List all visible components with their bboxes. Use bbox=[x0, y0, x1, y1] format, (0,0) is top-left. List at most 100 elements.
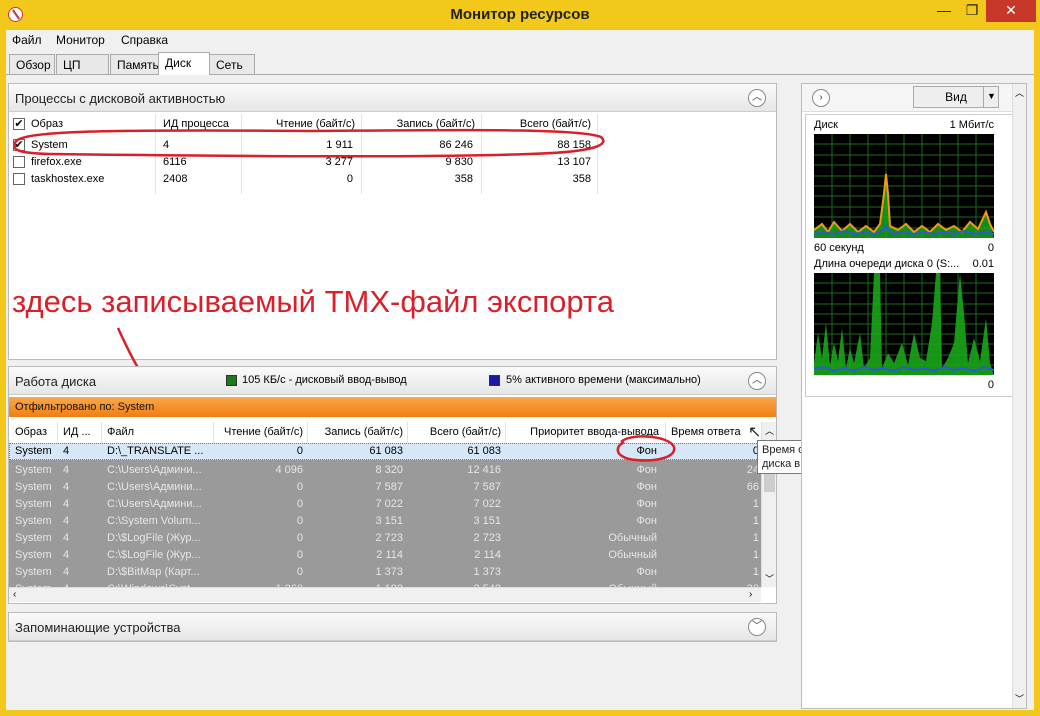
disk-total: 7 587 bbox=[473, 481, 501, 493]
scroll-left-icon[interactable]: ‹ bbox=[13, 589, 16, 600]
disk-pid: 4 bbox=[63, 515, 70, 527]
menu-monitor[interactable]: Монитор bbox=[56, 33, 105, 47]
scroll-down-icon[interactable]: ﹀ bbox=[765, 572, 774, 585]
queue-graph bbox=[814, 273, 994, 375]
col-write[interactable]: Запись (байт/с) bbox=[309, 426, 403, 438]
collapse-icon[interactable]: ︿ bbox=[748, 372, 766, 390]
view-dropdown-icon[interactable]: ▼ bbox=[983, 86, 999, 108]
minimize-button[interactable]: — bbox=[930, 0, 958, 22]
disk-image: System bbox=[15, 464, 52, 476]
active-time-legend-label: 5% активного времени (максимально) bbox=[506, 374, 701, 386]
disk-file: C:\System Volum... bbox=[107, 515, 201, 527]
storage-header[interactable]: Запоминающие устройства ﹀ bbox=[9, 613, 776, 641]
processes-header[interactable]: Процессы с дисковой активностью ︿ bbox=[9, 84, 776, 112]
disk-read: 0 bbox=[296, 549, 303, 561]
disk-total: 3 151 bbox=[473, 515, 501, 527]
disk-response: 24 bbox=[746, 464, 759, 476]
tab-network[interactable]: Сеть bbox=[209, 54, 255, 74]
process-checkbox[interactable]: ✔ bbox=[13, 139, 25, 151]
disk-row[interactable]: System 4 D:\$BitMap (Карт... 0 1 373 1 3… bbox=[9, 564, 761, 581]
col-file[interactable]: Файл bbox=[107, 426, 134, 438]
disk-response: 1 bbox=[752, 549, 759, 561]
process-checkbox[interactable] bbox=[13, 173, 25, 185]
disk-priority: Фон bbox=[636, 566, 657, 578]
tab-disk[interactable]: Диск bbox=[158, 52, 210, 75]
scroll-up-icon[interactable]: ︿ bbox=[765, 424, 774, 437]
process-row[interactable]: taskhostex.exe 2408 0 358 358 bbox=[9, 171, 769, 188]
disk-total: 2 723 bbox=[473, 532, 501, 544]
disk-row[interactable]: System 4 C:\Users\Админи... 0 7 587 7 58… bbox=[9, 479, 761, 496]
expand-right-icon[interactable]: › bbox=[812, 89, 830, 107]
col-priority[interactable]: Приоритет ввода-вывода bbox=[507, 426, 659, 438]
disk-row[interactable]: System 4 C:\Users\Админи... 0 7 022 7 02… bbox=[9, 496, 761, 513]
col-total[interactable]: Всего (байт/с) bbox=[485, 118, 591, 130]
disk-total: 12 416 bbox=[467, 464, 501, 476]
disk-total: 61 083 bbox=[467, 445, 501, 457]
disk-row[interactable]: System 4 C:\Users\Админи... 4 096 8 320 … bbox=[9, 462, 761, 479]
expand-icon[interactable]: ﹀ bbox=[748, 618, 766, 636]
menu-file[interactable]: Файл bbox=[12, 33, 42, 47]
menu-help[interactable]: Справка bbox=[121, 33, 168, 47]
graph-list: Диск 1 Мбит/с 60 секунд 0 Длина очереди … bbox=[805, 114, 1013, 397]
disk-pid: 4 bbox=[63, 566, 70, 578]
maximize-button[interactable]: ❐ bbox=[958, 0, 986, 22]
close-button[interactable]: ✕ bbox=[986, 0, 1036, 22]
tab-memory[interactable]: Память bbox=[110, 54, 163, 74]
queue-graph-title: Длина очереди диска 0 (S:... bbox=[814, 258, 960, 270]
disk-pid: 4 bbox=[63, 464, 70, 476]
disk-write: 2 114 bbox=[376, 549, 403, 561]
scroll-down-icon[interactable]: ﹀ bbox=[1015, 692, 1024, 705]
tab-overview[interactable]: Обзор bbox=[9, 54, 55, 74]
process-read: 0 bbox=[346, 173, 353, 185]
col-image[interactable]: Образ bbox=[15, 426, 47, 438]
disk-row-selected[interactable]: System 4 D:\_TRANSLATE ... 0 61 083 61 0… bbox=[9, 443, 761, 460]
process-write: 86 246 bbox=[439, 139, 473, 151]
tab-cpu[interactable]: ЦП bbox=[56, 54, 109, 74]
disk-image: System bbox=[15, 566, 52, 578]
select-all-checkbox[interactable]: ✔ bbox=[13, 118, 25, 130]
io-legend-icon bbox=[226, 375, 237, 386]
view-label: Вид bbox=[945, 90, 967, 104]
disk-row[interactable]: System 4 C:\$LogFile (Жур... 0 2 114 2 1… bbox=[9, 547, 761, 564]
disk-read: 0 bbox=[296, 515, 303, 527]
disk-image: System bbox=[15, 515, 52, 527]
col-response[interactable]: Время ответа bbox=[671, 426, 741, 438]
scroll-right-icon[interactable]: › bbox=[749, 589, 752, 600]
disk-row[interactable]: System 4 D:\$LogFile (Жур... 0 2 723 2 7… bbox=[9, 530, 761, 547]
side-scrollbar[interactable]: ︿ ﹀ bbox=[1012, 84, 1026, 708]
disk-activity-header[interactable]: Работа диска 105 КБ/с - дисковый ввод-вы… bbox=[9, 367, 776, 395]
col-total[interactable]: Всего (байт/с) bbox=[409, 426, 501, 438]
disk-read: 0 bbox=[296, 498, 303, 510]
col-pid[interactable]: ИД процесса bbox=[163, 118, 229, 130]
filter-bar[interactable]: Отфильтровано по: System bbox=[9, 397, 776, 417]
col-pid[interactable]: ИД ... bbox=[63, 426, 91, 438]
disk-response: 1 bbox=[752, 566, 759, 578]
disk-read: 0 bbox=[296, 445, 303, 457]
horizontal-scrollbar[interactable]: ‹ › bbox=[9, 587, 761, 602]
disk-image: System bbox=[15, 445, 52, 457]
disk-response: 0 bbox=[752, 445, 759, 457]
disk-file: C:\Users\Админи... bbox=[107, 464, 202, 476]
disk-pid: 4 bbox=[63, 445, 70, 457]
title-bar: Монитор ресурсов — ❐ ✕ bbox=[0, 0, 1040, 30]
disk-priority: Фон bbox=[636, 498, 657, 510]
disk-image: System bbox=[15, 481, 52, 493]
col-read[interactable]: Чтение (байт/с) bbox=[215, 426, 303, 438]
process-pid: 2408 bbox=[163, 173, 188, 185]
disk-priority: Фон bbox=[636, 515, 657, 527]
col-image[interactable]: Образ bbox=[31, 118, 63, 130]
disk-row[interactable]: System 4 C:\System Volum... 0 3 151 3 15… bbox=[9, 513, 761, 530]
scroll-up-icon[interactable]: ︿ bbox=[1015, 86, 1024, 99]
disk-image: System bbox=[15, 532, 52, 544]
process-row[interactable]: firefox.exe 6116 3 277 9 830 13 107 bbox=[9, 154, 769, 171]
storage-title: Запоминающие устройства bbox=[15, 620, 181, 635]
col-read[interactable]: Чтение (байт/с) bbox=[245, 118, 355, 130]
process-read: 1 911 bbox=[326, 139, 353, 151]
disk-response: 1 bbox=[752, 515, 759, 527]
disk-graph-min: 0 bbox=[987, 242, 994, 254]
disk-read: 0 bbox=[296, 481, 303, 493]
col-write[interactable]: Запись (байт/с) bbox=[365, 118, 475, 130]
collapse-icon[interactable]: ︿ bbox=[748, 89, 766, 107]
process-row[interactable]: ✔ System 4 1 911 86 246 88 158 bbox=[9, 137, 769, 154]
process-checkbox[interactable] bbox=[13, 156, 25, 168]
